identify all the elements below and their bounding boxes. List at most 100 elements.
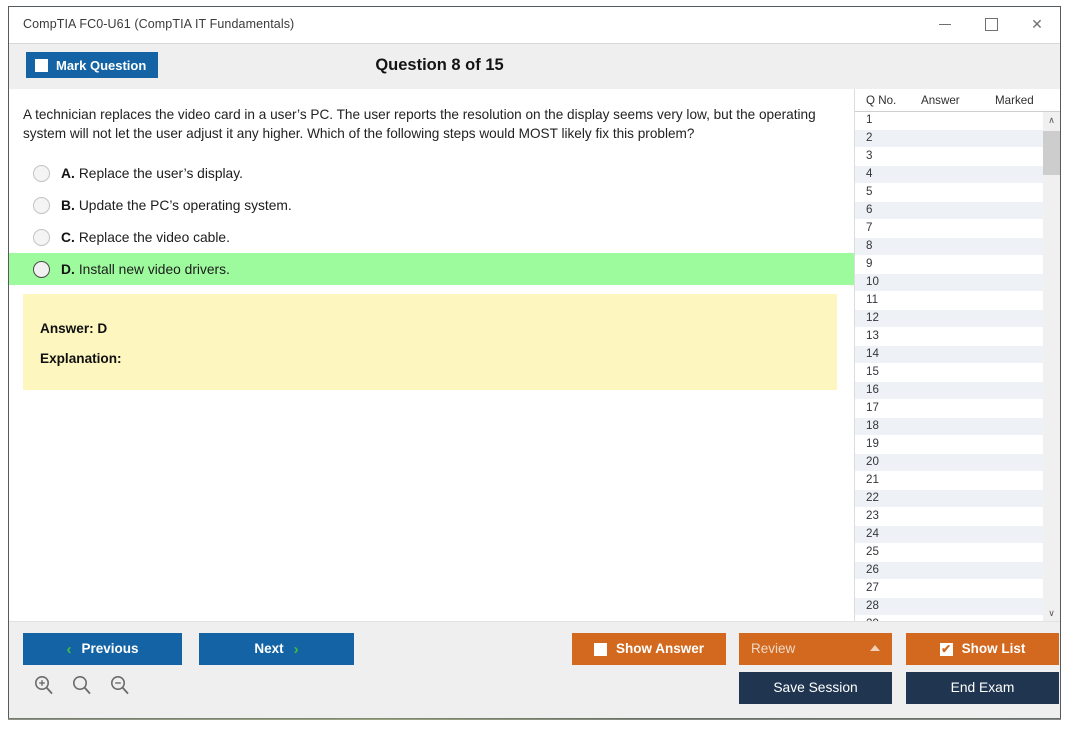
question-list-row[interactable]: 11 <box>855 292 1043 310</box>
question-list-row[interactable]: 2 <box>855 130 1043 148</box>
row-question-number: 14 <box>866 347 879 360</box>
previous-button[interactable]: ‹ Previous <box>23 633 182 665</box>
row-question-number: 22 <box>866 491 879 504</box>
question-list-row[interactable]: 10 <box>855 274 1043 292</box>
row-question-number: 28 <box>866 599 879 612</box>
row-question-number: 3 <box>866 149 873 162</box>
maximize-button[interactable] <box>968 7 1014 41</box>
question-list-row[interactable]: 7 <box>855 220 1043 238</box>
row-question-number: 19 <box>866 437 879 450</box>
show-answer-button[interactable]: Show Answer <box>572 633 726 665</box>
row-question-number: 13 <box>866 329 879 342</box>
footer-toolbar: ‹ Previous Next › Show Answer Review ✔ S… <box>9 621 1060 718</box>
answer-label: Answer: D <box>40 321 108 336</box>
question-list-row[interactable]: 13 <box>855 328 1043 346</box>
zoom-in-icon[interactable] <box>33 674 55 696</box>
option-text: Update the PC’s operating system. <box>78 197 292 213</box>
scrollbar-thumb[interactable] <box>1043 131 1060 175</box>
question-list-row[interactable]: 21 <box>855 472 1043 490</box>
show-list-label: Show List <box>961 641 1026 657</box>
question-list-row[interactable]: 25 <box>855 544 1043 562</box>
radio-button-icon[interactable] <box>33 228 50 246</box>
question-list-row[interactable]: 20 <box>855 454 1043 472</box>
option-letter: C. <box>61 229 75 245</box>
row-question-number: 16 <box>866 383 879 396</box>
scroll-up-icon[interactable]: ∧ <box>1043 112 1060 129</box>
title-bar: CompTIA FC0-U61 (CompTIA IT Fundamentals… <box>9 7 1060 43</box>
option-text: Replace the user’s display. <box>78 165 243 181</box>
row-question-number: 23 <box>866 509 879 522</box>
minimize-button[interactable] <box>922 7 968 41</box>
question-list-row[interactable]: 1 <box>855 112 1043 130</box>
show-list-button[interactable]: ✔ Show List <box>906 633 1059 665</box>
question-list-row[interactable]: 12 <box>855 310 1043 328</box>
question-list-panel: Q No. Answer Marked 1 2 3 4 5 6 7 8 9 10 11 12 13 14 1… <box>854 89 1060 622</box>
row-question-number: 5 <box>866 185 873 198</box>
chevron-left-icon: ‹ <box>66 640 72 658</box>
radio-button-icon[interactable] <box>33 196 50 214</box>
answer-option-a[interactable]: A. Replace the user’s display. <box>9 157 856 189</box>
row-question-number: 6 <box>866 203 873 216</box>
question-counter: Question 8 of 15 <box>375 56 504 74</box>
question-list-row[interactable]: 27 <box>855 580 1043 598</box>
question-list-row[interactable]: 26 <box>855 562 1043 580</box>
question-header-bar: Mark Question Question 8 of 15 <box>9 43 1060 89</box>
previous-label: Previous <box>81 641 139 657</box>
question-list-row[interactable]: 23 <box>855 508 1043 526</box>
question-list-row[interactable]: 28 <box>855 598 1043 616</box>
option-text: Install new video drivers. <box>78 261 230 277</box>
close-button[interactable]: ✕ <box>1014 7 1060 41</box>
exam-application-window: CompTIA FC0-U61 (CompTIA IT Fundamentals… <box>8 6 1061 719</box>
question-list-row[interactable]: 4 <box>855 166 1043 184</box>
radio-button-icon[interactable] <box>33 260 50 278</box>
end-exam-button[interactable]: End Exam <box>906 672 1059 704</box>
row-question-number: 12 <box>866 311 879 324</box>
row-question-number: 10 <box>866 275 879 288</box>
question-list-row[interactable]: 22 <box>855 490 1043 508</box>
row-question-number: 1 <box>866 113 873 126</box>
close-icon: ✕ <box>1031 16 1043 32</box>
end-exam-label: End Exam <box>950 680 1015 696</box>
question-list-row[interactable]: 16 <box>855 382 1043 400</box>
question-list-row[interactable]: 8 <box>855 238 1043 256</box>
question-list-row[interactable]: 3 <box>855 148 1043 166</box>
column-header-marked: Marked <box>995 94 1034 107</box>
question-text: A technician replaces the video card in … <box>23 107 816 141</box>
question-list-scrollbar[interactable]: ∧ ∨ <box>1043 112 1060 622</box>
row-question-number: 24 <box>866 527 879 540</box>
answer-option-b[interactable]: B. Update the PC’s operating system. <box>9 189 856 221</box>
minimize-icon <box>939 23 951 25</box>
row-question-number: 18 <box>866 419 879 432</box>
next-button[interactable]: Next › <box>199 633 354 665</box>
chevron-up-icon <box>870 645 880 651</box>
question-list-row[interactable]: 18 <box>855 418 1043 436</box>
save-session-button[interactable]: Save Session <box>739 672 892 704</box>
row-question-number: 15 <box>866 365 879 378</box>
save-session-label: Save Session <box>773 680 858 696</box>
zoom-out-icon[interactable] <box>109 674 131 696</box>
zoom-reset-icon[interactable] <box>71 674 93 696</box>
question-list-row[interactable]: 15 <box>855 364 1043 382</box>
question-list-row[interactable]: 17 <box>855 400 1043 418</box>
question-list-row[interactable]: 9 <box>855 256 1043 274</box>
option-letter: D. <box>61 261 75 277</box>
next-label: Next <box>254 641 284 657</box>
radio-button-icon[interactable] <box>33 164 50 182</box>
column-header-answer: Answer <box>921 94 960 107</box>
question-list-row[interactable]: 5 <box>855 184 1043 202</box>
question-list-row[interactable]: 19 <box>855 436 1043 454</box>
question-list-row[interactable]: 24 <box>855 526 1043 544</box>
explanation-label: Explanation: <box>40 351 122 366</box>
option-text: Replace the video cable. <box>78 229 230 245</box>
question-list-row[interactable]: 6 <box>855 202 1043 220</box>
row-question-number: 26 <box>866 563 879 576</box>
scroll-down-icon[interactable]: ∨ <box>1043 605 1060 622</box>
review-dropdown[interactable]: Review <box>739 633 892 665</box>
question-list-header: Q No. Answer Marked <box>855 89 1060 112</box>
maximize-icon <box>984 17 998 31</box>
row-question-number: 21 <box>866 473 879 486</box>
question-list-rows[interactable]: 1 2 3 4 5 6 7 8 9 10 11 12 13 14 15 16 17 18 19 20 21 22 23 24 2… <box>855 112 1043 622</box>
question-list-row[interactable]: 14 <box>855 346 1043 364</box>
answer-option-c[interactable]: C. Replace the video cable. <box>9 221 856 253</box>
answer-option-d[interactable]: D. Install new video drivers. <box>9 253 856 285</box>
